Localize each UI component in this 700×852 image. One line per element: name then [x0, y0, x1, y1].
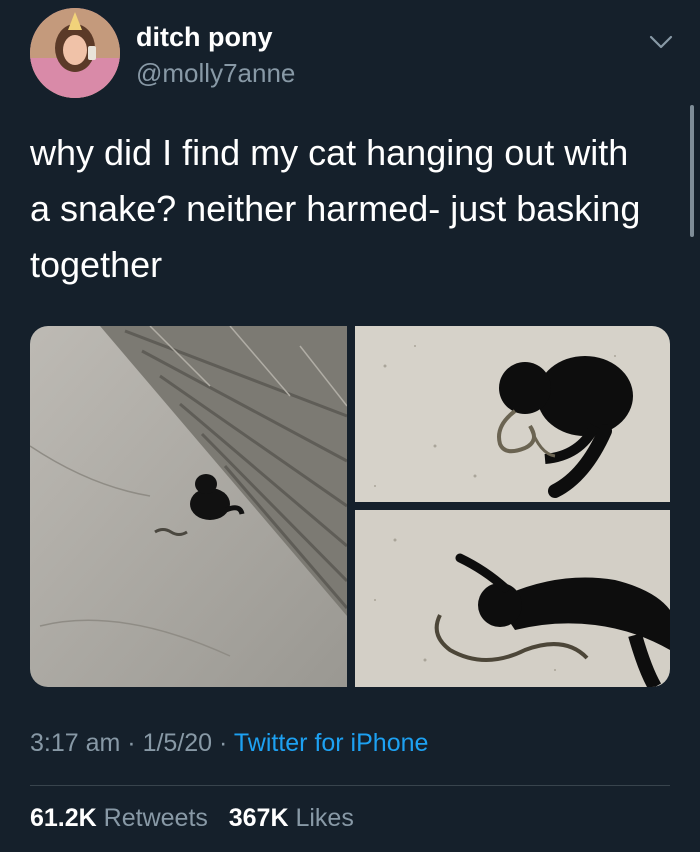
avatar-image: [30, 8, 120, 98]
photo-cat-with-snake-on-sidewalk[interactable]: [30, 326, 347, 687]
tweet-text-line: together: [30, 244, 163, 285]
photo-image: [30, 326, 347, 687]
user-handle[interactable]: @molly7anne: [136, 58, 295, 89]
retweets-label: Retweets: [103, 804, 208, 832]
tweet-text-line: why did I find my cat hanging out with: [30, 132, 629, 173]
likes-stat[interactable]: 367K Likes: [229, 804, 354, 832]
likes-count: 367K: [228, 804, 289, 832]
photo-image: [355, 510, 670, 687]
divider: [30, 785, 670, 786]
likes-label: Likes: [295, 804, 354, 832]
tweet-text: why did I find my cat hanging out with a…: [30, 125, 670, 293]
tweet-stats: 61.2K Retweets 367K Likes: [30, 804, 354, 833]
tweet-time[interactable]: 3:17 am: [30, 729, 120, 757]
tweet-meta: 3:17 am · 1/5/20 · Twitter for iPhone: [30, 729, 428, 758]
photo-cat-curled-with-snake[interactable]: [355, 326, 670, 502]
avatar[interactable]: [30, 8, 120, 98]
chevron-down-icon[interactable]: [648, 32, 674, 52]
retweets-stat[interactable]: 61.2K Retweets: [30, 804, 208, 832]
scrollbar[interactable]: [690, 105, 694, 237]
photo-cat-stretched-with-snake[interactable]: [355, 510, 670, 687]
photo-image: [355, 326, 670, 502]
photo-gallery: [30, 326, 670, 687]
separator: ·: [127, 729, 136, 757]
tweet-header: ditch pony @molly7anne: [30, 8, 680, 100]
retweets-count: 61.2K: [30, 804, 97, 832]
separator: ·: [219, 729, 228, 757]
tweet-date[interactable]: 1/5/20: [143, 729, 213, 757]
tweet-source-link[interactable]: Twitter for iPhone: [234, 729, 429, 757]
tweet-text-line: a snake? neither harmed- just basking: [30, 188, 641, 229]
display-name[interactable]: ditch pony: [136, 22, 273, 53]
